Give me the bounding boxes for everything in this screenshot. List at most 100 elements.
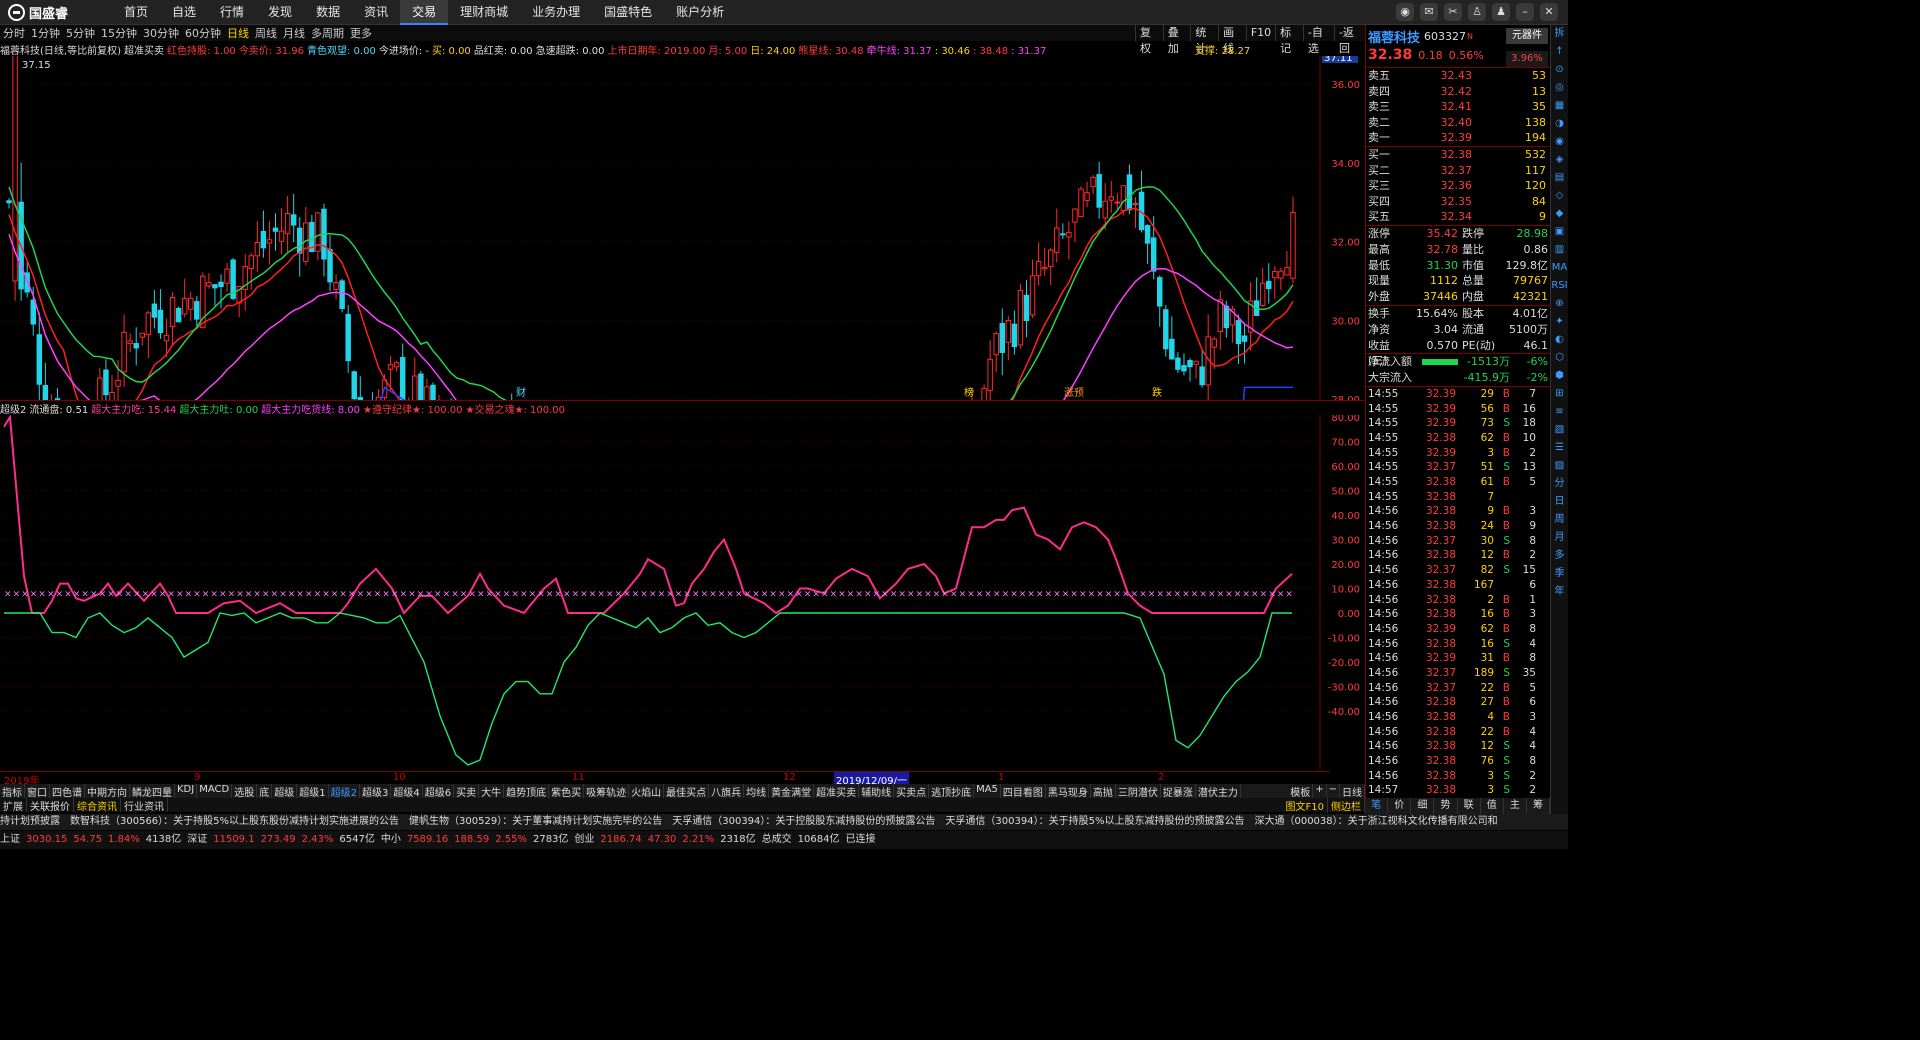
menu-item[interactable]: 国盛特色 — [592, 0, 664, 25]
quote-tab[interactable]: 主 — [1504, 798, 1527, 814]
shirt-icon[interactable]: ♙ — [1468, 3, 1486, 21]
order-book-row[interactable]: 卖五 32.43 53 — [1366, 68, 1550, 84]
indicator-tab[interactable]: 高抛 — [1091, 784, 1116, 798]
indicator-name[interactable]: 超准买卖 — [124, 46, 164, 56]
sidebar-tool-icon[interactable]: 拆 — [1551, 25, 1568, 43]
indicator-tab[interactable]: 吸筹轨迹 — [584, 784, 630, 798]
period-tab[interactable]: 1分钟 — [28, 25, 63, 41]
sidebar-tool-icon[interactable]: ≡ — [1551, 403, 1568, 421]
sidebar-tool-icon[interactable]: ▧ — [1551, 421, 1568, 439]
stock-name[interactable]: 福蓉科技 — [1368, 27, 1420, 46]
sidebar-tool-icon[interactable]: ◎ — [1551, 79, 1568, 97]
order-book-row[interactable]: 卖三 32.41 35 — [1366, 99, 1550, 115]
menu-item[interactable]: 行情 — [208, 0, 256, 25]
menu-item[interactable]: 发现 — [256, 0, 304, 25]
chart-tool-button[interactable]: 叠加 — [1162, 25, 1191, 55]
tab-control-button[interactable]: 模板 — [1288, 784, 1314, 798]
menu-item[interactable]: 业务办理 — [520, 0, 592, 25]
sidebar-tool-icon[interactable]: ⬡ — [1551, 349, 1568, 367]
indicator-tab[interactable]: 窗口 — [25, 784, 50, 798]
message-icon[interactable]: ✉ — [1420, 3, 1438, 21]
event-marker[interactable]: 跌 — [1152, 386, 1162, 399]
quote-tab[interactable]: 联 — [1458, 798, 1481, 814]
indicator-tab[interactable]: 潜伏主力 — [1196, 784, 1241, 798]
chart-tool-button[interactable]: 复权 — [1135, 25, 1163, 55]
menu-item[interactable]: 理财商城 — [448, 0, 520, 25]
indicator-tab[interactable]: 大牛 — [479, 784, 505, 798]
sidebar-tool-icon[interactable]: ◉ — [1551, 133, 1568, 151]
sidebar-tool-icon[interactable]: ◈ — [1551, 151, 1568, 169]
menu-item[interactable]: 账户分析 — [664, 0, 736, 25]
sidebar-tool-icon[interactable]: ▨ — [1551, 457, 1568, 475]
indicator-tab[interactable]: 三阴潜伏 — [1116, 784, 1161, 798]
indicator-tab[interactable]: MACD — [197, 784, 233, 798]
indicator-tab[interactable]: 趋势顶底 — [504, 784, 550, 798]
sidebar-tool-icon[interactable]: 月 — [1551, 529, 1568, 547]
chat-icon[interactable]: ◉ — [1396, 3, 1414, 21]
tab-control-button[interactable]: − — [1327, 784, 1340, 798]
menu-item[interactable]: 首页 — [112, 0, 160, 25]
indicator-tab[interactable]: 选股 — [232, 784, 258, 798]
sidebar-tool-icon[interactable]: 分 — [1551, 475, 1568, 493]
menu-item[interactable]: 数据 — [304, 0, 352, 25]
indicator-tab[interactable]: 鳞龙四量 — [130, 784, 175, 798]
chart-tool-button[interactable]: F10 — [1245, 25, 1275, 41]
sidebar-tool-icon[interactable]: 周 — [1551, 511, 1568, 529]
chart-tool-button[interactable]: 画线 — [1218, 25, 1246, 55]
indicator-tab[interactable]: MA5 — [974, 784, 1001, 798]
info-tab[interactable]: 扩展 — [0, 798, 27, 813]
indicator-tab[interactable]: 超级 — [272, 784, 298, 798]
order-book-row[interactable]: 买三 32.36 120 — [1366, 178, 1550, 194]
period-tab[interactable]: 分时 — [0, 25, 28, 41]
indicator-tab[interactable]: 最佳买点 — [664, 784, 710, 798]
order-book-row[interactable]: 买二 32.37 117 — [1366, 163, 1550, 179]
indicator-tab[interactable]: 中期方向 — [85, 784, 130, 798]
indicator-tab[interactable]: 逃顶抄底 — [929, 784, 975, 798]
side-tab-button[interactable]: 侧边栏 — [1328, 798, 1365, 813]
sidebar-tool-icon[interactable]: ⬢ — [1551, 367, 1568, 385]
sidebar-tool-icon[interactable]: ◇ — [1551, 187, 1568, 205]
order-book-row[interactable]: 买五 32.34 9 — [1366, 209, 1550, 225]
indicator-tab[interactable]: 超级1 — [297, 784, 329, 798]
menu-item[interactable]: 资讯 — [352, 0, 400, 25]
info-tab[interactable]: 行业资讯 — [121, 798, 168, 813]
news-item[interactable]: 数智科技（300566）：关于持股5%以上股东股份减持计划实施进展的公告 — [70, 816, 399, 827]
sidebar-tool-icon[interactable]: RSI — [1551, 277, 1568, 295]
sidebar-tool-icon[interactable]: ⊙ — [1551, 61, 1568, 79]
kline-chart[interactable]: 36.0034.0032.0030.0028.0026.0024.0022.00… — [0, 56, 1365, 400]
indicator-tab[interactable]: 买卖点 — [894, 784, 930, 798]
indicator-tab[interactable]: 超级4 — [391, 784, 423, 798]
period-tab[interactable]: 多周期 — [308, 25, 347, 41]
sidebar-tool-icon[interactable]: 季 — [1551, 565, 1568, 583]
news-item[interactable]: 健帆生物（300529）：关于董事减持计划实施完毕的公告 — [409, 816, 662, 827]
chart-tool-button[interactable]: 标记 — [1275, 25, 1303, 55]
sidebar-tool-icon[interactable]: 多 — [1551, 547, 1568, 565]
sidebar-tool-icon[interactable]: ◑ — [1551, 115, 1568, 133]
quote-tab[interactable]: 筹 — [1527, 798, 1550, 814]
period-tab[interactable]: 日线 — [224, 25, 252, 41]
indicator-tab[interactable]: 黄金满堂 — [769, 784, 815, 798]
indicator-tab[interactable]: 均线 — [744, 784, 770, 798]
indicator-tab[interactable]: KDJ — [175, 784, 198, 798]
news-item[interactable]: 天孚通信（300394）：关于持股5%以上股东减持股份的预披露公告 — [945, 816, 1244, 827]
indicator-tab[interactable]: 捉暴涨 — [1161, 784, 1196, 798]
news-item[interactable]: 持计划预披露 — [0, 816, 60, 827]
menu-item[interactable]: 自选 — [160, 0, 208, 25]
chart-tool-button[interactable]: 统计 — [1190, 25, 1218, 55]
tab-control-button[interactable]: 日线 — [1340, 784, 1365, 798]
period-tab[interactable]: 月线 — [280, 25, 308, 41]
period-tab[interactable]: 5分钟 — [63, 25, 98, 41]
quote-tab[interactable]: 细 — [1411, 798, 1435, 814]
indicator-tab[interactable]: 超级6 — [423, 784, 455, 798]
indicator-tab[interactable]: 四色谱 — [50, 784, 85, 798]
quote-tab[interactable]: 势 — [1434, 798, 1458, 814]
quote-tab[interactable]: 价 — [1388, 798, 1412, 814]
indicator-tab[interactable]: 四目看图 — [1001, 784, 1046, 798]
period-tab[interactable]: 30分钟 — [140, 25, 182, 41]
event-marker[interactable]: 财 — [516, 386, 526, 399]
chart-tool-button[interactable]: -自选 — [1302, 25, 1334, 55]
period-tab[interactable]: 15分钟 — [98, 25, 140, 41]
indicator-tab[interactable]: 火焰山 — [629, 784, 665, 798]
info-tab[interactable]: 关联报价 — [27, 798, 74, 813]
event-marker[interactable]: 榜 — [964, 386, 974, 399]
